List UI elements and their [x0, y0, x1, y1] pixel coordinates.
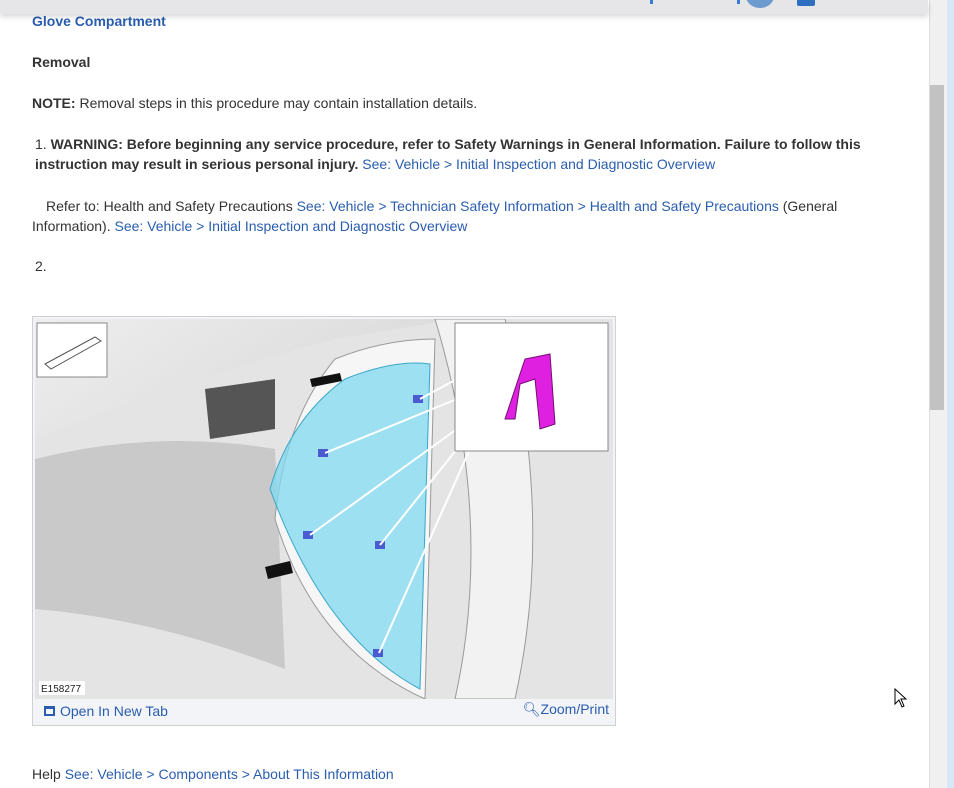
figure-footer: Open In New Tab 🔍︎Zoom/Print	[33, 699, 615, 725]
illustration-figure: E158277 Open In New Tab 🔍︎Zoom/Print	[32, 316, 616, 726]
glove-compartment-illustration[interactable]: E158277	[35, 319, 613, 699]
zoom-print-button[interactable]: 🔍︎Zoom/Print	[523, 701, 609, 718]
toolbar-icon[interactable]	[737, 0, 740, 4]
note-text: Removal steps in this procedure may cont…	[75, 95, 478, 111]
open-new-tab-label: Open In New Tab	[60, 703, 168, 719]
inspection-link[interactable]: See: Vehicle > Initial Inspection and Di…	[362, 156, 715, 172]
section-heading: Removal	[32, 54, 91, 70]
inspection-link-2[interactable]: See: Vehicle > Initial Inspection and Di…	[114, 218, 467, 234]
window-edge	[947, 0, 954, 788]
toolbar-icon[interactable]	[650, 0, 653, 4]
figure-id: E158277	[41, 684, 81, 695]
zoom-print-label: Zoom/Print	[540, 701, 609, 717]
note: NOTE: Removal steps in this procedure ma…	[32, 93, 917, 113]
help-line: Help See: Vehicle > Components > About T…	[32, 764, 917, 784]
open-new-tab-button[interactable]: Open In New Tab	[44, 703, 168, 719]
add-device-icon[interactable]	[797, 0, 815, 6]
step-1: 1. WARNING: Before beginning any service…	[32, 134, 917, 174]
safety-link[interactable]: See: Vehicle > Technician Safety Informa…	[297, 198, 779, 214]
title-link[interactable]: Glove Compartment	[32, 13, 166, 29]
help-label: Help	[32, 766, 65, 782]
mouse-cursor-icon	[894, 688, 908, 708]
top-toolbar	[0, 0, 928, 14]
refer-paragraph: Refer to: Health and Safety Precautions …	[32, 196, 917, 236]
zoom-icon: 🔍︎	[522, 701, 541, 717]
step-2-number: 2.	[35, 258, 47, 274]
about-info-link[interactable]: See: Vehicle > Components > About This I…	[65, 766, 394, 782]
scrollbar-thumb[interactable]	[930, 85, 944, 410]
step-number: 1.	[35, 136, 47, 152]
open-new-tab-icon	[44, 706, 55, 716]
user-avatar[interactable]	[746, 0, 774, 8]
note-label: NOTE:	[32, 95, 76, 111]
refer-text: Refer to: Health and Safety Precautions	[46, 198, 297, 214]
